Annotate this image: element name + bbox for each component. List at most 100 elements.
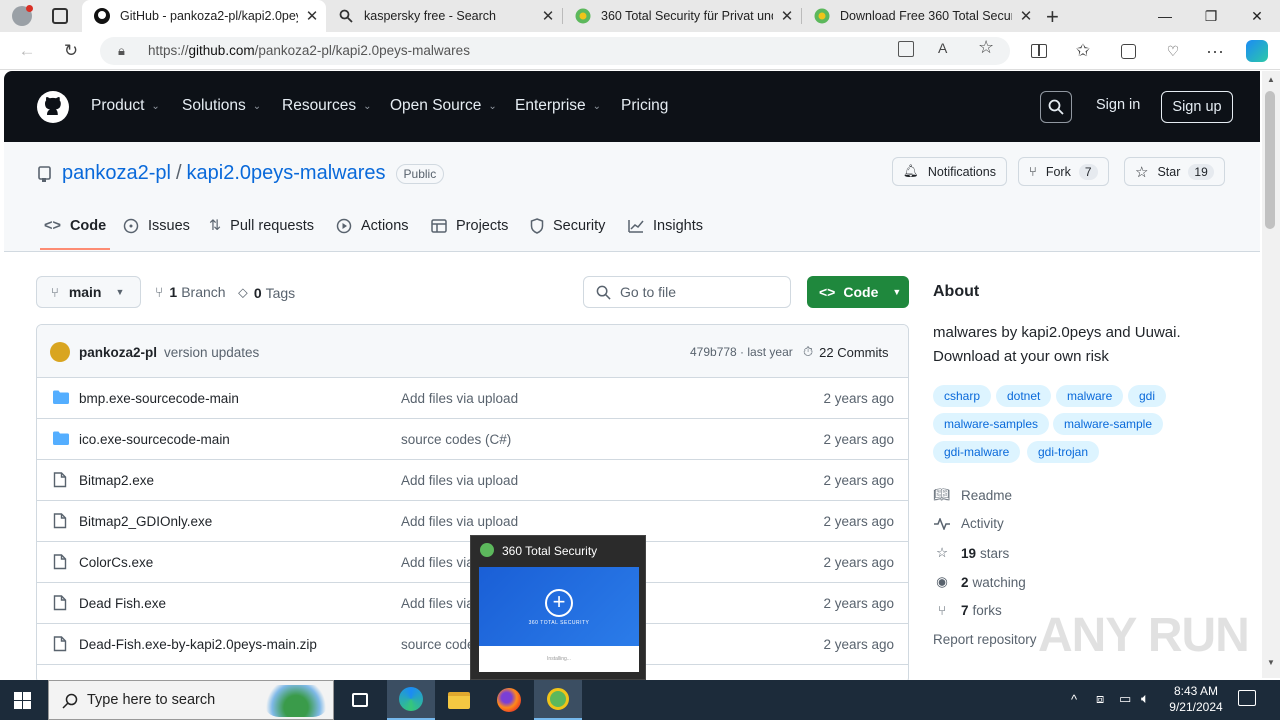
- close-tab-icon[interactable]: ✕: [1012, 7, 1040, 25]
- app-available-icon[interactable]: [898, 41, 914, 57]
- file-name-link[interactable]: ico.exe-sourcecode-main: [79, 432, 230, 447]
- sign-up-button[interactable]: Sign up: [1161, 91, 1233, 123]
- file-name-link[interactable]: bmp.exe-sourcecode-main: [79, 391, 239, 406]
- stars-link[interactable]: ☆ 19 stars: [933, 545, 1009, 561]
- file-commit-message[interactable]: Add files via upload: [401, 514, 518, 529]
- file-commit-message[interactable]: Add files via upload: [401, 473, 518, 488]
- profile-icon[interactable]: [12, 5, 33, 26]
- tab-360-privat[interactable]: 360 Total Security für Privat und Gewerb…: [563, 0, 801, 32]
- tab-security[interactable]: Security: [530, 218, 605, 234]
- tab-code[interactable]: <> Code: [44, 218, 106, 234]
- 360-taskbar-icon[interactable]: [534, 680, 582, 720]
- scroll-up-icon[interactable]: ▲: [1267, 75, 1275, 84]
- search-button[interactable]: [1040, 91, 1072, 123]
- code-dropdown-button[interactable]: <> Code ▼: [807, 276, 909, 308]
- tab-github[interactable]: GitHub - pankoza2-pl/kapi2.0peys-malware…: [82, 0, 326, 32]
- file-commit-message[interactable]: Add files via upload: [401, 391, 518, 406]
- windows-start-icon[interactable]: [14, 692, 31, 714]
- close-window-icon[interactable]: ✕: [1234, 0, 1280, 32]
- system-clock[interactable]: 8:43 AM 9/21/2024: [1164, 683, 1228, 715]
- file-name-link[interactable]: Bitmap2.exe: [79, 473, 154, 488]
- activity-link[interactable]: Activity: [933, 516, 1004, 531]
- close-tab-icon[interactable]: ✕: [298, 7, 326, 25]
- topic-tag[interactable]: malware-sample: [1053, 413, 1164, 435]
- copilot-icon[interactable]: [1246, 40, 1268, 62]
- minimize-icon[interactable]: —: [1142, 0, 1188, 32]
- nav-enterprise[interactable]: Enterprise ⌄: [515, 97, 601, 115]
- github-logo-icon[interactable]: [37, 91, 69, 128]
- readme-link[interactable]: 📖︎ Readme: [933, 487, 1012, 503]
- nav-open-source[interactable]: Open Source ⌄: [390, 97, 497, 115]
- lock-icon[interactable]: 🔒︎: [118, 37, 125, 65]
- tab-actions[interactable]: Actions: [336, 218, 409, 234]
- nav-pricing[interactable]: Pricing: [621, 97, 668, 115]
- go-to-file-input[interactable]: Go to file: [583, 276, 791, 308]
- back-icon[interactable]: ←: [12, 36, 42, 66]
- show-hidden-icons-icon[interactable]: ^: [1071, 692, 1077, 707]
- tab-issues[interactable]: Issues: [123, 218, 190, 234]
- table-row[interactable]: bmp.exe-sourcecode-main Add files via upl…: [37, 378, 908, 419]
- edge-taskbar-icon[interactable]: [387, 680, 435, 720]
- tab-kaspersky-search[interactable]: kaspersky free - Search ✕: [326, 0, 562, 32]
- file-commit-message[interactable]: source codes (C#): [401, 432, 511, 447]
- tab-pull-requests[interactable]: ⇅ Pull requests: [209, 218, 314, 234]
- fork-button[interactable]: ⑂ Fork 7: [1018, 157, 1109, 186]
- table-row[interactable]: ico.exe-sourcecode-main source codes (C#)…: [37, 419, 908, 460]
- report-repository-link[interactable]: Report repository: [933, 632, 1037, 647]
- refresh-icon[interactable]: ↻: [56, 36, 86, 66]
- nav-solutions[interactable]: Solutions ⌄: [182, 97, 261, 115]
- scroll-down-icon[interactable]: ▼: [1267, 658, 1275, 667]
- vertical-scrollbar[interactable]: ▲ ▼: [1262, 71, 1280, 678]
- branch-selector[interactable]: ⑂ main ▼: [36, 276, 141, 308]
- address-bar[interactable]: 🔒︎ https://github.com/pankoza2-pl/kapi2.…: [100, 37, 1010, 65]
- topic-tag[interactable]: gdi-trojan: [1027, 441, 1100, 463]
- notifications-button[interactable]: 🔔︎ Notifications: [892, 157, 1007, 186]
- device-icon[interactable]: ⧈: [1096, 691, 1104, 707]
- file-name-link[interactable]: Dead Fish.exe: [79, 596, 166, 611]
- table-row[interactable]: Bitmap2.exe Add files via upload 2 years a…: [37, 460, 908, 501]
- nav-resources[interactable]: Resources ⌄: [282, 97, 371, 115]
- network-icon[interactable]: ▭: [1119, 691, 1131, 707]
- browser-essentials-icon[interactable]: ♡: [1158, 36, 1188, 66]
- topic-tag[interactable]: malware: [1056, 385, 1124, 407]
- star-button[interactable]: ☆ Star 19: [1124, 157, 1225, 186]
- tab-actions-icon[interactable]: [52, 8, 68, 24]
- read-aloud-icon[interactable]: A: [938, 40, 947, 56]
- topic-tag[interactable]: gdi-malware: [933, 441, 1021, 463]
- commit-hash-time[interactable]: 479b778 · last year: [690, 345, 793, 359]
- sign-in-link[interactable]: Sign in: [1096, 97, 1140, 113]
- task-view-icon[interactable]: [336, 680, 384, 720]
- firefox-icon[interactable]: [485, 680, 533, 720]
- restore-icon[interactable]: ❐: [1188, 0, 1234, 32]
- favorite-star-icon[interactable]: ☆: [978, 37, 994, 58]
- avatar[interactable]: [50, 342, 70, 362]
- file-name-link[interactable]: ColorCs.exe: [79, 555, 153, 570]
- file-name-link[interactable]: Dead-Fish.exe-by-kapi2.0peys-main.zip: [79, 637, 317, 652]
- tab-insights[interactable]: Insights: [628, 218, 703, 234]
- watching-link[interactable]: ◉ 2 watching: [933, 574, 1026, 590]
- tab-projects[interactable]: Projects: [431, 218, 508, 234]
- commit-message[interactable]: version updates: [164, 345, 259, 360]
- topic-tag[interactable]: gdi: [1128, 385, 1167, 407]
- split-screen-icon[interactable]: [1024, 36, 1054, 66]
- repo-name-link[interactable]: kapi2.0peys-malwares: [187, 162, 386, 185]
- topic-tag[interactable]: malware-samples: [933, 413, 1050, 435]
- volume-icon[interactable]: 🔈︎: [1141, 690, 1149, 707]
- close-tab-icon[interactable]: ✕: [534, 7, 562, 25]
- scrollbar-thumb[interactable]: [1265, 91, 1275, 229]
- tags-link[interactable]: ⬦ 0 Tags: [238, 284, 295, 301]
- commit-author[interactable]: pankoza2-pl: [79, 345, 157, 360]
- taskbar-thumbnail-preview[interactable]: 360 Total Security + 360 TOTAL SECURITY …: [470, 535, 646, 680]
- close-tab-icon[interactable]: ✕: [773, 7, 801, 25]
- forks-link[interactable]: ⑂ 7 forks: [933, 603, 1002, 618]
- file-name-link[interactable]: Bitmap2_GDIOnly.exe: [79, 514, 212, 529]
- nav-product[interactable]: Product ⌄: [91, 97, 160, 115]
- commits-link[interactable]: ⏱︎ 22 Commits: [803, 344, 889, 360]
- more-menu-icon[interactable]: ···: [1200, 36, 1230, 66]
- topic-tag[interactable]: csharp: [933, 385, 992, 407]
- favorites-icon[interactable]: ✩: [1068, 36, 1098, 66]
- notifications-center-icon[interactable]: [1238, 690, 1256, 706]
- topic-tag[interactable]: dotnet: [996, 385, 1052, 407]
- repo-owner-link[interactable]: pankoza2-pl: [62, 162, 171, 185]
- collections-icon[interactable]: [1113, 36, 1143, 66]
